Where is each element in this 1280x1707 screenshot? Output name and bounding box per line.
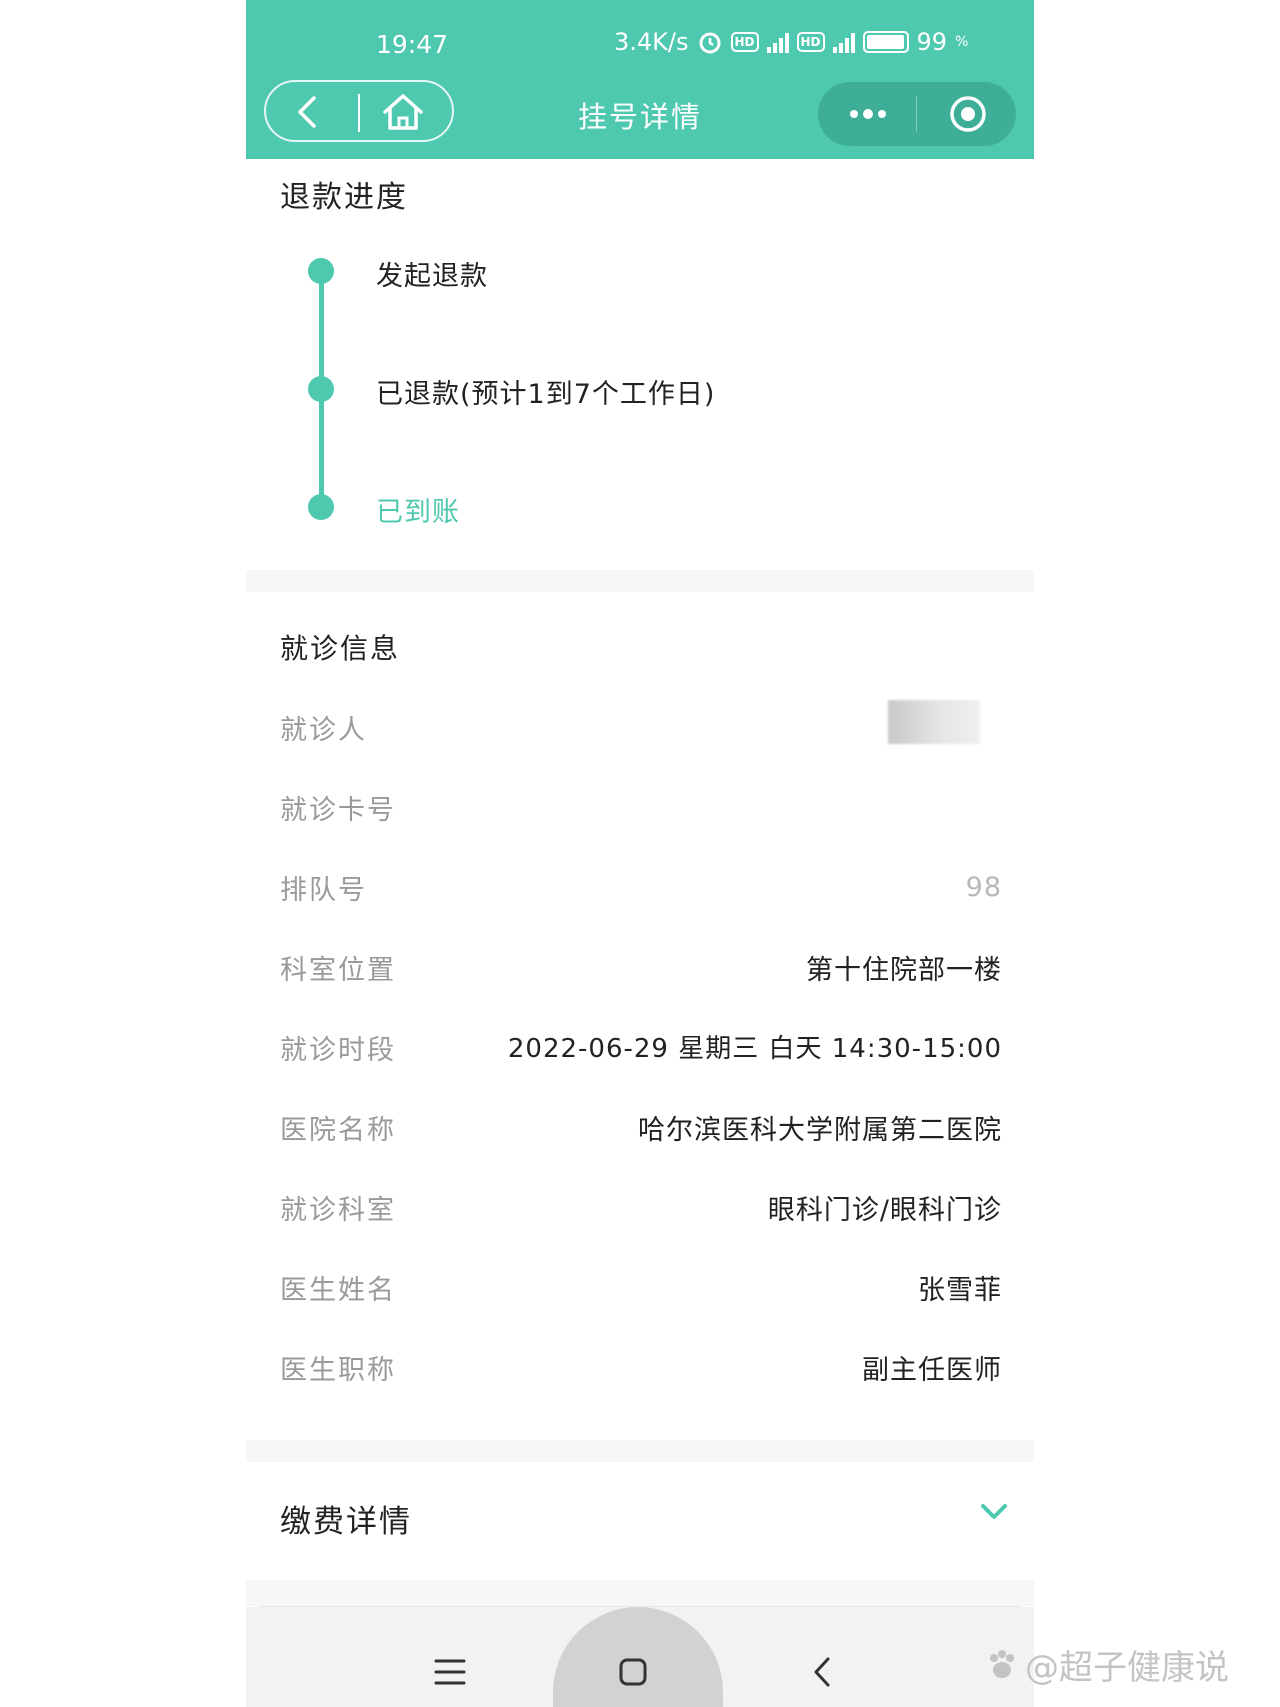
watermark-text: @超子健康说: [1025, 1648, 1229, 1688]
info-value: 张雪菲: [918, 1275, 1002, 1306]
timeline-dot: [308, 258, 334, 284]
menu-icon[interactable]: [432, 1657, 468, 1687]
info-label: 医生姓名: [280, 1275, 396, 1306]
back-nav-icon[interactable]: [810, 1655, 834, 1689]
info-label: 就诊科室: [280, 1195, 396, 1226]
section-divider: [246, 1440, 1034, 1462]
refund-section-title: 退款进度: [280, 180, 408, 215]
info-label: 医生职称: [280, 1355, 396, 1386]
info-value: 哈尔滨医科大学附属第二医院: [638, 1115, 1002, 1146]
chevron-down-icon[interactable]: [978, 1500, 1010, 1522]
status-time: 19:47: [376, 30, 449, 59]
info-value: 眼科门诊/眼科门诊: [767, 1195, 1002, 1226]
redacted-name: [888, 700, 980, 744]
info-label: 科室位置: [280, 955, 396, 986]
signal-icon: [766, 31, 789, 53]
watermark: @超子健康说: [985, 1640, 1229, 1689]
hd-badge: HD: [730, 32, 759, 52]
info-value: 第十住院部一楼: [806, 955, 1002, 986]
header-bar: 19:47 3.4K/s HD HD 99% 挂号详情: [246, 0, 1034, 159]
nav-capsule-right: [818, 82, 1016, 146]
capsule-divider-right: [916, 96, 917, 132]
timeline-step-current: 已到账: [376, 497, 460, 528]
home-square-icon[interactable]: [618, 1657, 648, 1687]
alarm-icon: [699, 32, 720, 54]
visit-section-title: 就诊信息: [280, 632, 401, 665]
hd-badge-2: HD: [796, 32, 825, 52]
timeline-step: 发起退款: [376, 261, 488, 292]
timeline-dot-current: [308, 494, 334, 520]
status-indicators: 3.4K/s HD HD 99%: [614, 28, 968, 56]
battery-percent-sign: %: [955, 34, 969, 50]
info-label: 排队号: [280, 875, 367, 906]
battery-icon: [862, 31, 909, 53]
info-label: 就诊人: [280, 715, 367, 746]
info-label: 医院名称: [280, 1115, 396, 1146]
section-divider: [246, 570, 1034, 592]
system-nav-bar: [246, 1607, 1034, 1707]
phone-screen: 19:47 3.4K/s HD HD 99% 挂号详情 退款进度 发起退款 已退…: [246, 0, 1034, 1707]
timeline-dot: [308, 376, 334, 402]
paw-logo-icon: [990, 1649, 1014, 1678]
payment-section-title: 缴费详情: [280, 1504, 412, 1540]
target-icon[interactable]: [948, 94, 988, 134]
queue-number: 98: [965, 872, 1002, 903]
timeline-step: 已退款(预计1到7个工作日): [376, 379, 716, 410]
info-label: 就诊卡号: [280, 795, 396, 826]
info-label: 就诊时段: [280, 1035, 396, 1066]
network-speed: 3.4K/s: [614, 28, 689, 56]
info-value: 2022-06-29 星期三 白天 14:30-15:00: [507, 1034, 1002, 1064]
signal-icon-2: [832, 31, 855, 53]
section-divider: [246, 1580, 1034, 1606]
more-icon[interactable]: [846, 104, 890, 124]
info-value: 副主任医师: [862, 1355, 1002, 1386]
battery-level: 99: [916, 28, 948, 56]
